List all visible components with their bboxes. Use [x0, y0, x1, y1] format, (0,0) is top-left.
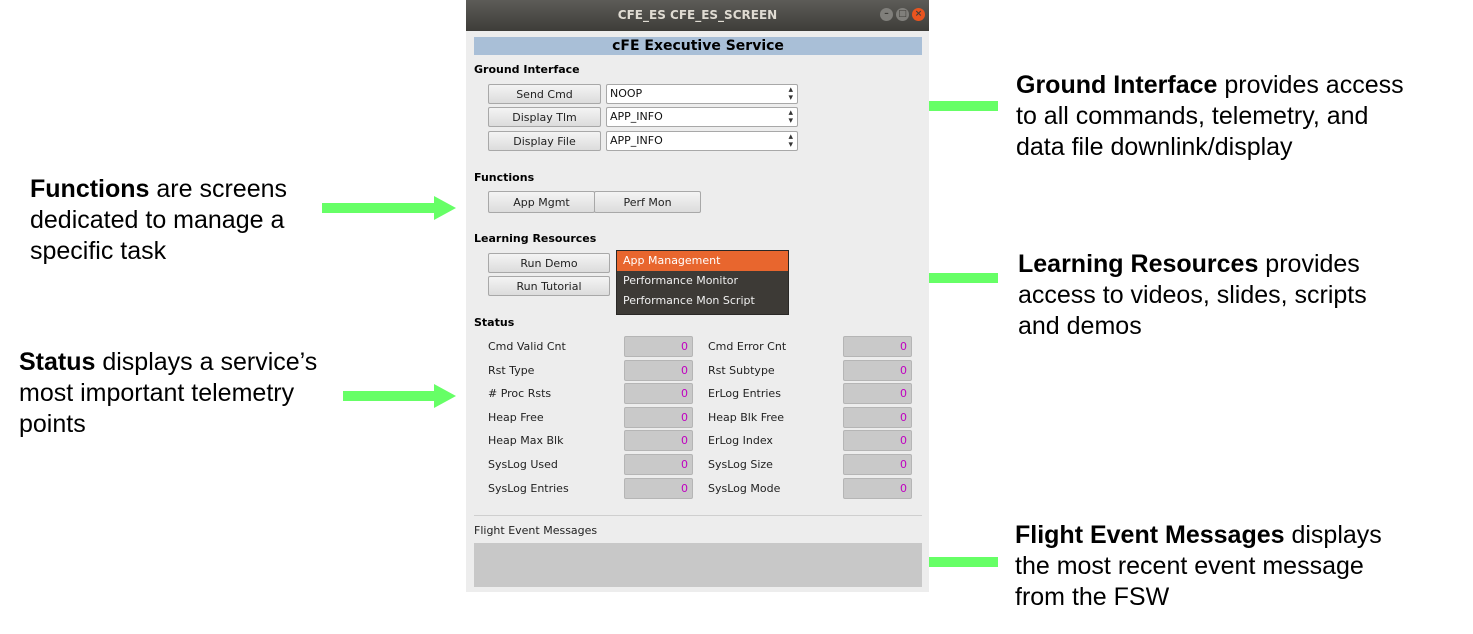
- status-field-label: Rst Subtype: [708, 364, 775, 377]
- status-field-label: # Proc Rsts: [488, 387, 552, 400]
- list-item[interactable]: Performance Monitor: [617, 271, 788, 291]
- learning-resources-annotation: Learning Resources provides access to vi…: [1018, 250, 1367, 340]
- status-field-value: 0: [843, 454, 912, 475]
- command-select-value: NOOP: [610, 87, 643, 100]
- status-field-label: ErLog Index: [708, 434, 773, 447]
- ground-interface-annotation: Ground Interface provides access to all …: [1016, 71, 1404, 161]
- status-field-value: 0: [843, 430, 912, 451]
- run-demo-button[interactable]: Run Demo: [488, 253, 610, 273]
- status-field-label: Cmd Error Cnt: [708, 340, 787, 353]
- status-field-value: 0: [843, 360, 912, 381]
- maximize-icon[interactable]: □: [896, 8, 909, 21]
- status-field-value: 0: [624, 383, 693, 404]
- run-tutorial-button[interactable]: Run Tutorial: [488, 276, 610, 296]
- status-field-value: 0: [843, 407, 912, 428]
- flight-events-box: [474, 543, 922, 587]
- spinner-arrows-icon: ▴ ▾: [788, 132, 793, 150]
- learning-resources-label: Learning Resources: [474, 232, 597, 245]
- display-file-button[interactable]: Display File: [488, 131, 601, 151]
- status-label: Status: [474, 316, 515, 329]
- send-cmd-button[interactable]: Send Cmd: [488, 84, 601, 104]
- status-field-label: Rst Type: [488, 364, 535, 377]
- service-header: cFE Executive Service: [474, 37, 922, 55]
- flight-events-annotation: Flight Event Messages displays the most …: [1015, 521, 1382, 611]
- status-field-value: 0: [843, 478, 912, 499]
- status-field-label: SysLog Used: [488, 458, 558, 471]
- list-item[interactable]: Performance Mon Script: [617, 291, 788, 311]
- status-annotation: Status displays a service’s most importa…: [19, 348, 318, 438]
- arrow-right-icon: [322, 196, 456, 220]
- status-field-value: 0: [624, 407, 693, 428]
- app-mgmt-button[interactable]: App Mgmt: [488, 191, 595, 213]
- telemetry-select-value: APP_INFO: [610, 110, 663, 123]
- flight-events-label: Flight Event Messages: [474, 524, 598, 537]
- status-field-value: 0: [624, 360, 693, 381]
- status-field-value: 0: [624, 454, 693, 475]
- window-controls: – □ ×: [880, 8, 925, 21]
- status-field-value: 0: [624, 336, 693, 357]
- resource-list[interactable]: App Management Performance Monitor Perfo…: [616, 250, 789, 315]
- status-field-label: SysLog Entries: [488, 482, 569, 495]
- telemetry-select[interactable]: APP_INFO ▴ ▾: [606, 107, 798, 127]
- ground-interface-label: Ground Interface: [474, 63, 580, 76]
- status-field-value: 0: [624, 430, 693, 451]
- cfe-es-window: CFE_ES CFE_ES_SCREEN – □ × cFE Executive…: [466, 0, 929, 592]
- file-select-value: APP_INFO: [610, 134, 663, 147]
- functions-label: Functions: [474, 171, 535, 184]
- display-tlm-button[interactable]: Display Tlm: [488, 107, 601, 127]
- status-field-value: 0: [624, 478, 693, 499]
- status-field-label: Cmd Valid Cnt: [488, 340, 566, 353]
- minimize-icon[interactable]: –: [880, 8, 893, 21]
- status-field-label: Heap Free: [488, 411, 544, 424]
- close-icon[interactable]: ×: [912, 8, 925, 21]
- status-field-label: Heap Blk Free: [708, 411, 785, 424]
- status-field-label: SysLog Mode: [708, 482, 781, 495]
- spinner-arrows-icon: ▴ ▾: [788, 108, 793, 126]
- title-bar[interactable]: CFE_ES CFE_ES_SCREEN – □ ×: [466, 0, 929, 31]
- spinner-arrows-icon: ▴ ▾: [788, 85, 793, 103]
- status-field-label: SysLog Size: [708, 458, 773, 471]
- status-field-value: 0: [843, 383, 912, 404]
- divider: [474, 515, 922, 516]
- file-select[interactable]: APP_INFO ▴ ▾: [606, 131, 798, 151]
- status-field-label: Heap Max Blk: [488, 434, 564, 447]
- arrow-right-icon: [343, 384, 456, 408]
- status-field-label: ErLog Entries: [708, 387, 781, 400]
- window-title: CFE_ES CFE_ES_SCREEN: [617, 8, 778, 22]
- perf-mon-button[interactable]: Perf Mon: [594, 191, 701, 213]
- command-select[interactable]: NOOP ▴ ▾: [606, 84, 798, 104]
- status-field-value: 0: [843, 336, 912, 357]
- functions-annotation: Functions are screens dedicated to manag…: [30, 175, 287, 265]
- list-item[interactable]: App Management: [617, 251, 788, 271]
